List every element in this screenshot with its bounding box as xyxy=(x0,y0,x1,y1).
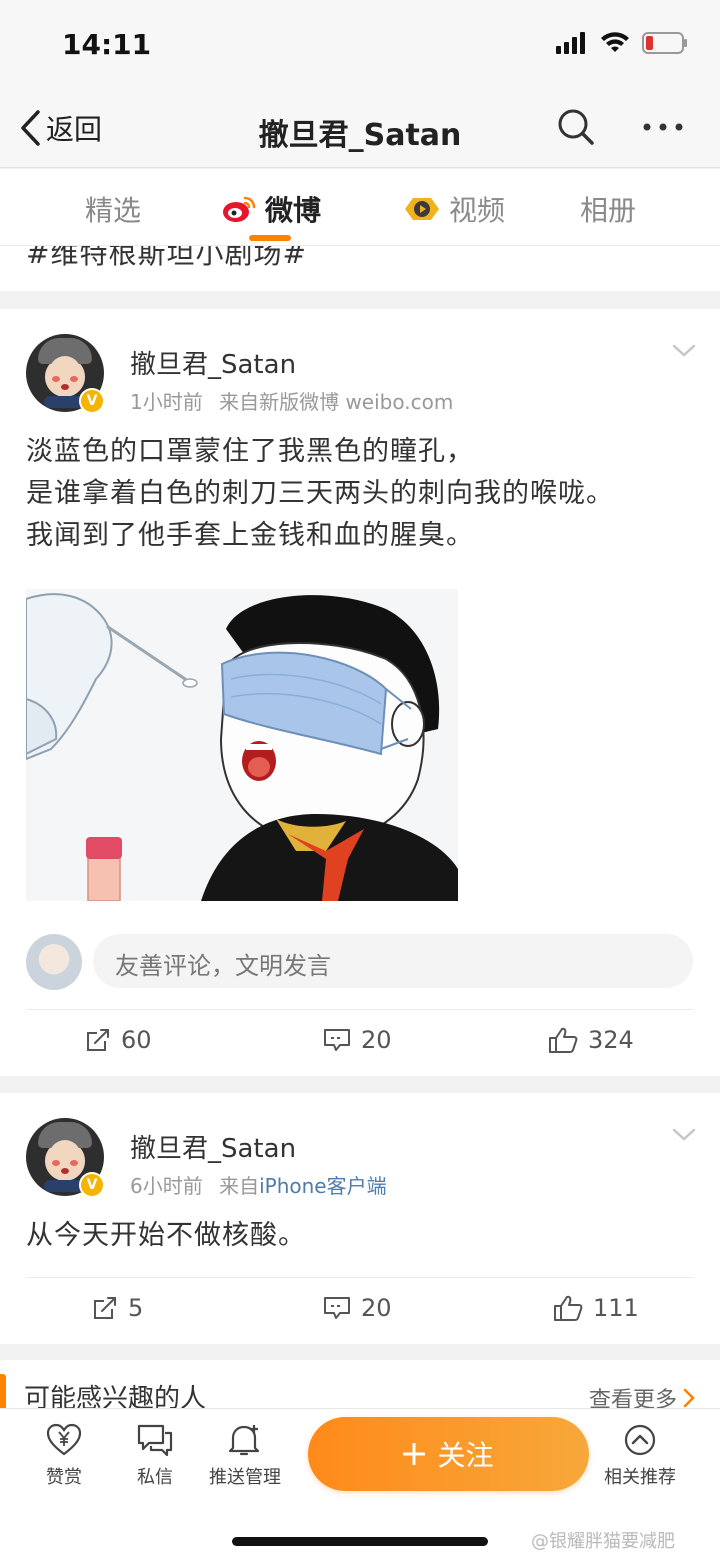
post-author-name[interactable]: 撤旦君_Satan xyxy=(130,344,296,381)
bell-plus-icon xyxy=(228,1425,260,1456)
related-recommend-label: 相关推荐 xyxy=(604,1467,676,1488)
status-time: 14:11 xyxy=(62,28,152,61)
repost-button[interactable]: 60 xyxy=(85,1026,152,1054)
bottom-toolbar: 赞赏 私信 推送管理 关注 相关推荐 @银耀胖猫要减肥 xyxy=(0,1408,720,1559)
tab-weibo[interactable]: 微博 xyxy=(221,189,321,229)
verified-badge-icon: V xyxy=(79,1172,105,1198)
cellular-signal-icon xyxy=(556,32,585,54)
verified-badge-icon: V xyxy=(79,388,105,414)
active-tab-indicator xyxy=(249,235,291,241)
wifi-icon xyxy=(601,32,629,52)
comment-placeholder: 友善评论，文明发言 xyxy=(115,952,331,980)
post-source-prefix: 来自 xyxy=(219,1174,260,1198)
follow-button[interactable]: 关注 xyxy=(308,1417,589,1491)
more-button[interactable] xyxy=(642,112,684,146)
home-indicator[interactable] xyxy=(232,1537,488,1546)
push-settings-label: 推送管理 xyxy=(209,1467,281,1488)
comment-button[interactable]: 20 xyxy=(323,1294,392,1322)
thumbs-up-icon xyxy=(554,1295,583,1321)
divider xyxy=(26,1009,694,1010)
post-line: 从今天开始不做核酸。 xyxy=(26,1220,306,1251)
post-body: 从今天开始不做核酸。 xyxy=(26,1215,306,1257)
like-button[interactable]: 324 xyxy=(548,1026,634,1054)
tab-album[interactable]: 相册 xyxy=(580,189,636,229)
chevron-left-icon xyxy=(21,110,40,146)
see-more-link[interactable]: 查看更多 xyxy=(589,1382,695,1410)
comment-icon xyxy=(324,1297,350,1319)
tab-featured[interactable]: 精选 xyxy=(85,189,141,229)
post-body: 淡蓝色的口罩蒙住了我黑色的瞳孔， 是谁拿着白色的刺刀三天两头的刺向我的喉咙。 我… xyxy=(26,431,614,557)
battery-icon xyxy=(642,32,687,54)
repost-count: 60 xyxy=(121,1026,152,1054)
post-author-name[interactable]: 撤旦君_Satan xyxy=(130,1128,296,1165)
tab-bar: 精选 微博 视频 相册 xyxy=(0,169,720,246)
chevron-down-icon[interactable] xyxy=(672,343,696,359)
chevron-right-icon xyxy=(683,1388,695,1408)
push-settings-button[interactable]: 推送管理 xyxy=(209,1423,281,1489)
comment-count: 20 xyxy=(361,1294,392,1322)
section-accent xyxy=(0,1374,6,1410)
topic-hashtag[interactable]: #维特根斯坦小剧场# xyxy=(26,246,307,272)
post-meta: 1小时前 来自新版微博 weibo.com xyxy=(130,386,453,415)
search-button[interactable] xyxy=(557,108,595,150)
status-bar: 14:11 xyxy=(0,0,720,90)
chat-bubble-icon xyxy=(137,1424,173,1457)
post-line: 我闻到了他手套上金钱和血的腥臭。 xyxy=(26,520,474,551)
post-time: 1小时前 xyxy=(130,390,203,414)
weibo-logo-icon xyxy=(223,196,256,222)
video-badge-icon xyxy=(405,198,439,220)
post-image[interactable] xyxy=(26,589,458,901)
comment-count: 20 xyxy=(361,1026,392,1054)
tab-label: 相册 xyxy=(580,194,637,227)
watermark-text: @银耀胖猫要减肥 xyxy=(531,1531,675,1552)
follow-label: 关注 xyxy=(437,1439,494,1472)
message-label: 私信 xyxy=(137,1467,173,1488)
repost-button[interactable]: 5 xyxy=(92,1294,143,1322)
topic-strip: #维特根斯坦小剧场# xyxy=(0,246,720,291)
post-source-prefix: 来自 xyxy=(219,390,260,414)
see-more-label: 查看更多 xyxy=(589,1388,678,1410)
chevron-up-circle-icon xyxy=(624,1424,656,1456)
back-label: 返回 xyxy=(46,113,103,146)
reward-button[interactable]: 赞赏 xyxy=(46,1423,82,1489)
comment-icon xyxy=(324,1029,350,1051)
message-button[interactable]: 私信 xyxy=(137,1423,173,1489)
tab-label: 微博 xyxy=(265,194,322,227)
post-source-link[interactable]: iPhone客户端 xyxy=(259,1174,387,1198)
comment-button[interactable]: 20 xyxy=(323,1026,392,1054)
thumbs-up-icon xyxy=(549,1027,578,1053)
related-recommend-button[interactable]: 相关推荐 xyxy=(604,1423,676,1489)
repost-icon xyxy=(87,1029,109,1051)
chevron-down-icon[interactable] xyxy=(672,1127,696,1143)
post-line: 淡蓝色的口罩蒙住了我黑色的瞳孔， xyxy=(26,436,474,467)
back-button[interactable]: 返回 xyxy=(20,108,102,148)
tab-label: 视频 xyxy=(449,194,506,227)
tab-video[interactable]: 视频 xyxy=(403,189,505,229)
suggested-users-header: 可能感兴趣的人 查看更多 xyxy=(0,1360,720,1410)
post-card: V 撤旦君_Satan 6小时前 来自iPhone客户端 从今天开始不做核酸。 … xyxy=(0,1093,720,1344)
plus-icon xyxy=(403,1443,426,1465)
like-button[interactable]: 111 xyxy=(553,1294,639,1322)
illustration-masked-child xyxy=(26,589,458,901)
tab-label: 精选 xyxy=(85,194,142,227)
section-title: 可能感兴趣的人 xyxy=(24,1384,207,1410)
like-count: 111 xyxy=(593,1294,639,1322)
search-icon xyxy=(558,109,594,145)
page-title: 撤旦君_Satan xyxy=(258,118,462,153)
post-meta: 6小时前 来自iPhone客户端 xyxy=(130,1170,387,1199)
nav-bar: 返回 撤旦君_Satan xyxy=(0,90,720,168)
divider xyxy=(26,1277,694,1278)
reward-label: 赞赏 xyxy=(46,1467,82,1488)
commenter-avatar[interactable] xyxy=(26,934,82,990)
repost-count: 5 xyxy=(128,1294,144,1322)
like-count: 324 xyxy=(588,1026,634,1054)
post-line: 是谁拿着白色的刺刀三天两头的刺向我的喉咙。 xyxy=(26,478,614,509)
status-icons xyxy=(556,32,688,54)
post-time: 6小时前 xyxy=(130,1174,203,1198)
heart-yen-icon xyxy=(46,1423,82,1456)
more-dots-icon xyxy=(643,123,683,131)
comment-input[interactable]: 友善评论，文明发言 xyxy=(93,934,693,988)
repost-icon xyxy=(94,1297,116,1319)
post-source: 新版微博 weibo.com xyxy=(259,390,454,414)
